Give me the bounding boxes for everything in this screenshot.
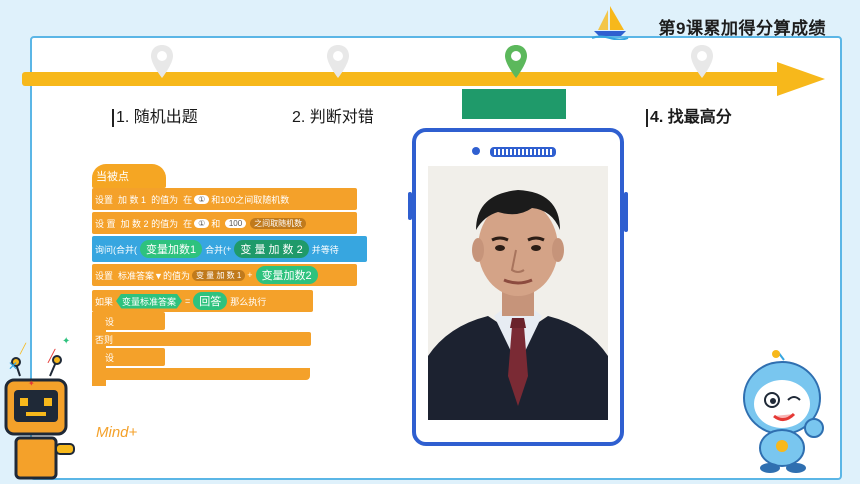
phone-volume-button bbox=[408, 192, 412, 220]
ask-block: 询问(合并(变量加数1 合并(+ 变 量 加 数 2 并等待 bbox=[92, 236, 367, 262]
location-pin-icon bbox=[691, 45, 713, 78]
set-answer-block: 设置 标准答案▼的值为变 量 加 数 1 + 变量加数2 bbox=[92, 264, 357, 286]
set-addend1-block: 设置 加 数 1 的值为 在 ① 和100之间取随机数 bbox=[92, 188, 357, 210]
page-title: 第9课累加得分算成绩 bbox=[658, 19, 826, 38]
else-block: 否则 bbox=[92, 332, 311, 346]
step-1-label: 1. 随机出题 bbox=[112, 103, 198, 127]
location-pin-icon bbox=[151, 45, 173, 78]
step-4-label: 4. 找最高分 bbox=[646, 103, 732, 127]
sparkle-decor-icon: ✕ ╱ ╱ ✦ bbox=[8, 336, 70, 373]
timeline-bar bbox=[22, 72, 782, 86]
svg-text:✦: ✦ bbox=[62, 336, 70, 347]
set-addend2-block: 设 置 加 数 2 的值为 在①和 100 之间取随机数 bbox=[92, 212, 357, 234]
svg-text:╱: ╱ bbox=[47, 348, 56, 363]
title-bar: 第9课累加得分算成绩 bbox=[659, 14, 826, 39]
svg-text:╱: ╱ bbox=[19, 342, 27, 355]
phone-power-button bbox=[624, 192, 628, 232]
brand-label: Mind+ bbox=[96, 424, 138, 441]
if-block-bottom bbox=[92, 368, 310, 380]
timeline-arrow-icon bbox=[777, 62, 825, 96]
inner-set-block: 设 bbox=[102, 312, 165, 330]
portrait-photo bbox=[428, 166, 608, 420]
inner-set-block: 设 bbox=[102, 348, 165, 366]
hat-block: 当被点 bbox=[92, 164, 166, 188]
location-pin-icon bbox=[327, 45, 349, 78]
cartoon-mascot-icon bbox=[743, 350, 824, 473]
svg-text:✦: ✦ bbox=[28, 379, 35, 388]
phone-top bbox=[416, 132, 620, 162]
sailboat-icon bbox=[591, 6, 629, 40]
phone-speaker-icon bbox=[490, 147, 556, 157]
portrait-image bbox=[428, 166, 608, 420]
if-block: 如果 变量标准答案 = 回答 那么执行 bbox=[92, 290, 313, 312]
camera-icon bbox=[472, 147, 480, 155]
location-pin-icon bbox=[505, 45, 527, 78]
svg-text:✕: ✕ bbox=[8, 359, 18, 373]
step-3-cover bbox=[462, 89, 566, 119]
step-2-label: 2. 判断对错 bbox=[292, 109, 374, 126]
phone-frame bbox=[408, 128, 628, 446]
code-blocks: 当被点 设置 加 数 1 的值为 在 ① 和100之间取随机数 设 置 加 数 2 … bbox=[92, 156, 372, 386]
